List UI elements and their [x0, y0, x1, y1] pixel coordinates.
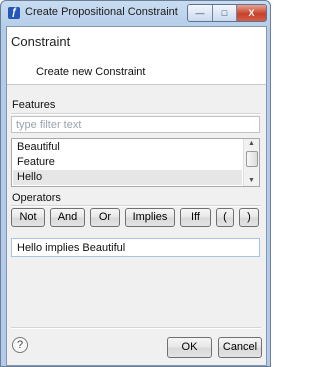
scroll-down-arrow-icon[interactable]: ▼ — [244, 176, 259, 186]
minimize-button[interactable]: — — [188, 5, 213, 21]
and-button[interactable]: And — [50, 208, 85, 227]
features-scrollbar[interactable]: ▲ ▼ — [243, 139, 259, 186]
or-button[interactable]: Or — [90, 208, 120, 227]
close-button[interactable]: X — [237, 5, 266, 21]
scroll-up-arrow-icon[interactable]: ▲ — [244, 139, 259, 149]
header-message: Create new Constraint — [36, 66, 146, 78]
iff-button[interactable]: Iff — [180, 208, 211, 227]
window-controls: — □ X — [187, 4, 267, 22]
app-feature-icon: ƒ — [8, 7, 20, 19]
features-separator — [11, 113, 261, 115]
dialog-client-area: Constraint Create new Constraint Feature… — [6, 26, 267, 366]
ok-button[interactable]: OK — [167, 337, 212, 358]
implies-button[interactable]: Implies — [125, 208, 175, 227]
operators-separator — [11, 205, 261, 207]
cancel-button[interactable]: Cancel — [218, 337, 262, 358]
dialog-window: ƒ Create Propositional Constraint — □ X … — [0, 0, 271, 367]
constraint-expression-input[interactable] — [12, 239, 259, 256]
header-title: Constraint — [11, 34, 71, 49]
list-item-beautiful[interactable]: Beautiful — [13, 140, 242, 155]
scroll-thumb[interactable] — [246, 151, 258, 167]
window-title: Create Propositional Constraint — [25, 6, 178, 18]
open-paren-button[interactable]: ( — [216, 208, 234, 227]
dialog-header: Constraint Create new Constraint — [7, 27, 266, 85]
help-icon[interactable]: ? — [12, 337, 28, 353]
filter-field[interactable] — [11, 116, 260, 133]
maximize-button[interactable]: □ — [213, 5, 237, 21]
list-item-feature[interactable]: Feature — [13, 155, 242, 170]
footer-separator — [11, 327, 261, 329]
features-label: Features — [12, 99, 56, 111]
operators-label: Operators — [12, 192, 61, 204]
not-button[interactable]: Not — [11, 208, 45, 227]
close-paren-button[interactable]: ) — [239, 208, 259, 227]
features-list[interactable]: Beautiful Feature Hello ▲ ▼ — [11, 138, 260, 187]
filter-input[interactable] — [12, 117, 259, 132]
title-bar[interactable]: ƒ Create Propositional Constraint — □ X — [1, 1, 270, 25]
list-item-hello[interactable]: Hello — [13, 170, 242, 185]
constraint-expression-field[interactable] — [11, 238, 260, 257]
